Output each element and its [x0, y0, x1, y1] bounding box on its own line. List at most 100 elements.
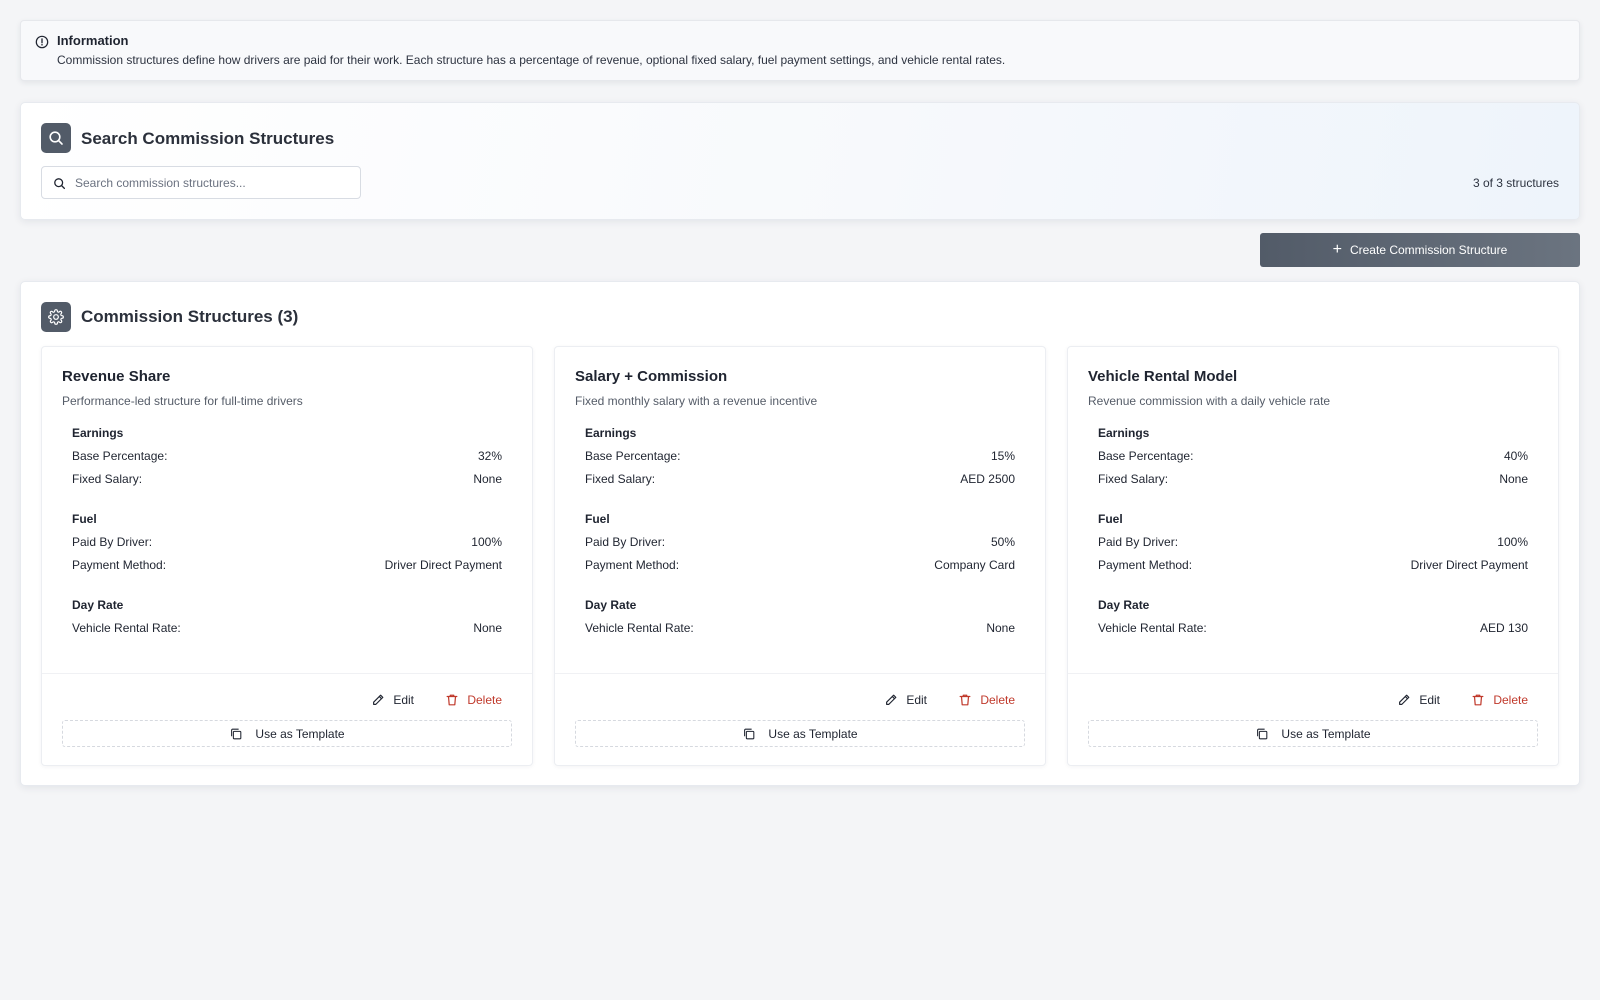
edit-button[interactable]: Edit — [371, 693, 414, 707]
structure-card-footer: Edit Delete Use as Template — [42, 673, 532, 766]
search-icon — [49, 131, 63, 145]
edit-button[interactable]: Edit — [884, 693, 927, 707]
fixed-salary-row: Fixed Salary: None — [72, 471, 502, 494]
info-text: Commission structures define how drivers… — [57, 53, 1006, 67]
earnings-title: Earnings — [585, 426, 637, 440]
paid-by-driver-label: Paid By Driver: — [585, 535, 666, 549]
structure-description: Fixed monthly salary with a revenue ince… — [575, 394, 818, 408]
structure-name: Salary + Commission — [575, 368, 728, 385]
results-count: 3 of 3 structures — [1472, 176, 1559, 190]
vehicle-rental-row: Vehicle Rental Rate: AED 130 — [1098, 620, 1528, 643]
fixed-salary-row: Fixed Salary: AED 2500 — [585, 471, 1015, 494]
trash-icon — [959, 694, 971, 706]
base-percentage-label: Base Percentage: — [585, 449, 681, 463]
fixed-salary-label: Fixed Salary: — [1098, 472, 1169, 486]
edit-label: Edit — [393, 693, 414, 707]
fixed-salary-label: Fixed Salary: — [585, 472, 656, 486]
fuel-title: Fuel — [72, 512, 97, 526]
payment-method-row: Payment Method: Driver Direct Payment — [72, 557, 502, 580]
use-as-template-button[interactable]: Use as Template — [62, 720, 512, 747]
edit-button[interactable]: Edit — [1397, 693, 1440, 707]
structure-details: Earnings Base Percentage: 40% Fixed Salar… — [1098, 425, 1528, 660]
structure-description: Revenue commission with a daily vehicle … — [1088, 394, 1331, 408]
day-rate-title: Day Rate — [1098, 598, 1150, 612]
trash-icon — [1472, 694, 1484, 706]
commission-structures-panel: Commission Structures (3) Revenue Share … — [20, 281, 1580, 786]
fuel-group: Fuel Paid By Driver: 50% Payment Method: C… — [585, 511, 1015, 580]
vehicle-rental-value: None — [473, 621, 502, 635]
vehicle-rental-label: Vehicle Rental Rate: — [1098, 621, 1207, 635]
payment-method-value: Driver Direct Payment — [1410, 558, 1528, 572]
day-rate-group: Day Rate Vehicle Rental Rate: AED 130 — [1098, 597, 1528, 643]
use-as-template-button[interactable]: Use as Template — [575, 720, 1025, 747]
day-rate-title: Day Rate — [72, 598, 124, 612]
fixed-salary-label: Fixed Salary: — [72, 472, 143, 486]
info-title: Information — [57, 33, 129, 48]
create-commission-structure-button[interactable]: + Create Commission Structure — [1260, 233, 1580, 267]
trash-icon — [446, 694, 458, 706]
payment-method-row: Payment Method: Driver Direct Payment — [1098, 557, 1528, 580]
pencil-icon — [373, 694, 384, 705]
base-percentage-row: Base Percentage: 15% — [585, 448, 1015, 471]
delete-button[interactable]: Delete — [1471, 693, 1528, 707]
delete-button[interactable]: Delete — [958, 693, 1015, 707]
delete-button[interactable]: Delete — [445, 693, 502, 707]
structure-card-footer: Edit Delete Use as Template — [1068, 673, 1558, 766]
search-input-icon — [54, 178, 66, 190]
day-rate-title: Day Rate — [585, 598, 637, 612]
delete-label: Delete — [980, 693, 1015, 707]
earnings-group: Earnings Base Percentage: 15% Fixed Salar… — [585, 425, 1015, 494]
earnings-title: Earnings — [1098, 426, 1150, 440]
base-percentage-label: Base Percentage: — [72, 449, 168, 463]
vehicle-rental-label: Vehicle Rental Rate: — [585, 621, 694, 635]
info-circle-icon — [35, 35, 49, 49]
vehicle-rental-label: Vehicle Rental Rate: — [72, 621, 181, 635]
day-rate-group: Day Rate Vehicle Rental Rate: None — [585, 597, 1015, 643]
earnings-group: Earnings Base Percentage: 32% Fixed Salar… — [72, 425, 502, 494]
search-field[interactable] — [41, 166, 361, 199]
paid-by-driver-value: 50% — [990, 535, 1015, 549]
structures-panel-title: Commission Structures (3) — [81, 307, 299, 326]
pencil-icon — [886, 694, 897, 705]
base-percentage-value: 15% — [990, 449, 1015, 463]
use-as-template-label: Use as Template — [768, 726, 858, 741]
use-as-template-label: Use as Template — [1281, 726, 1371, 741]
payment-method-label: Payment Method: — [1098, 558, 1193, 572]
payment-method-value: Company Card — [934, 558, 1015, 572]
delete-label: Delete — [467, 693, 502, 707]
delete-label: Delete — [1493, 693, 1528, 707]
base-percentage-value: 32% — [477, 449, 502, 463]
earnings-group: Earnings Base Percentage: 40% Fixed Salar… — [1098, 425, 1528, 494]
structure-card: Salary + Commission Fixed monthly salary… — [554, 346, 1046, 766]
fuel-title: Fuel — [585, 512, 610, 526]
search-input[interactable] — [75, 167, 355, 198]
fixed-salary-row: Fixed Salary: None — [1098, 471, 1528, 494]
base-percentage-row: Base Percentage: 40% — [1098, 448, 1528, 471]
paid-by-driver-row: Paid By Driver: 100% — [72, 534, 502, 557]
gear-icon — [48, 309, 64, 325]
paid-by-driver-label: Paid By Driver: — [1098, 535, 1179, 549]
structure-details: Earnings Base Percentage: 32% Fixed Salar… — [72, 425, 502, 660]
fuel-title: Fuel — [1098, 512, 1123, 526]
base-percentage-value: 40% — [1503, 449, 1528, 463]
payment-method-value: Driver Direct Payment — [384, 558, 502, 572]
structure-name: Vehicle Rental Model — [1088, 368, 1238, 385]
pencil-icon — [1399, 694, 1410, 705]
structure-card-footer: Edit Delete Use as Template — [555, 673, 1045, 766]
structure-card: Revenue Share Performance-led structure … — [41, 346, 533, 766]
vehicle-rental-value: AED 130 — [1479, 621, 1528, 635]
base-percentage-label: Base Percentage: — [1098, 449, 1194, 463]
edit-label: Edit — [1419, 693, 1440, 707]
search-panel: Search Commission Structures 3 of 3 stru… — [20, 102, 1580, 220]
structure-name: Revenue Share — [62, 368, 171, 385]
paid-by-driver-value: 100% — [1497, 535, 1528, 549]
structure-description: Performance-led structure for full-time … — [62, 394, 303, 408]
base-percentage-row: Base Percentage: 32% — [72, 448, 502, 471]
fixed-salary-value: None — [1499, 472, 1528, 486]
use-as-template-button[interactable]: Use as Template — [1088, 720, 1538, 747]
edit-label: Edit — [906, 693, 927, 707]
structures-panel-icon-box — [41, 302, 71, 332]
fixed-salary-value: AED 2500 — [960, 472, 1015, 486]
payment-method-label: Payment Method: — [585, 558, 680, 572]
info-banner: Information Commission structures define… — [20, 20, 1580, 81]
